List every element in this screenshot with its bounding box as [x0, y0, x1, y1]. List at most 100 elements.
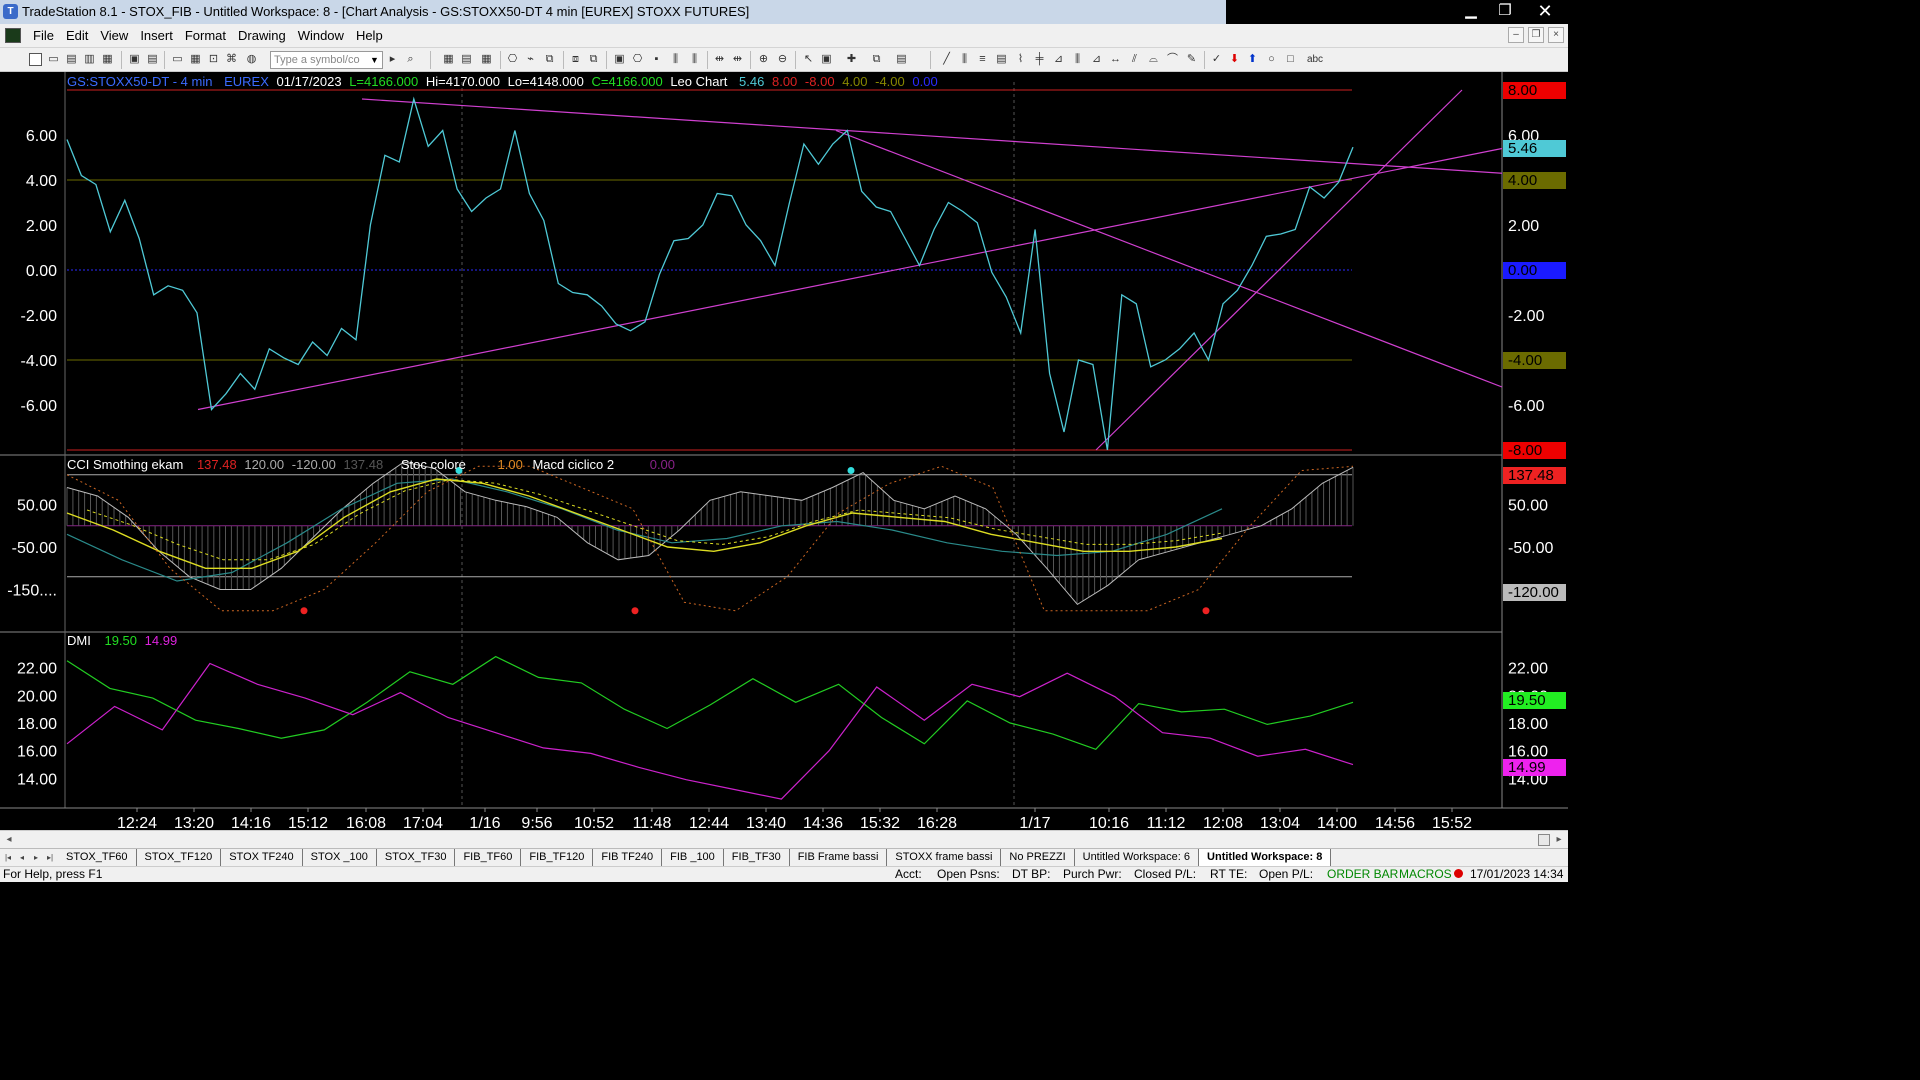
- mdi-restore-button[interactable]: ❐: [1528, 27, 1544, 43]
- tool-r-icon[interactable]: ▤: [995, 53, 1008, 66]
- tool-q-icon[interactable]: ≡: [976, 53, 989, 66]
- trendline-icon[interactable]: ╱: [940, 53, 953, 66]
- tab-last-icon[interactable]: ▸|: [44, 851, 56, 864]
- menu-window[interactable]: Window: [292, 25, 350, 47]
- tool-c-icon[interactable]: ⧈: [569, 53, 582, 66]
- open-workspace-icon[interactable]: ▥: [83, 53, 96, 66]
- tool-w-icon[interactable]: ⊿: [1090, 53, 1103, 66]
- tile-icon[interactable]: ▦: [189, 53, 202, 66]
- link-icon[interactable]: ⌘: [225, 53, 238, 66]
- status-macros[interactable]: MACROS: [1399, 867, 1452, 882]
- tool-g-icon[interactable]: ▪: [650, 53, 663, 66]
- tool-y-icon[interactable]: ⫽: [1128, 53, 1141, 66]
- chart-canvas[interactable]: 6.006.004.004.002.002.000.000.00-2.00-2.…: [0, 72, 1568, 830]
- workspace-tab[interactable]: FIB_TF120: [521, 849, 594, 866]
- tag-p3-minus: 14.99: [1503, 759, 1566, 776]
- tool-e-icon[interactable]: ▣: [613, 53, 626, 66]
- tool-d-icon[interactable]: ⧉: [587, 53, 600, 66]
- restore-button[interactable]: ❐: [1488, 0, 1522, 24]
- workspace-tab[interactable]: STOX_TF30: [377, 849, 456, 866]
- tool-o-icon[interactable]: ▤: [895, 53, 908, 66]
- new-file-icon[interactable]: [29, 53, 42, 66]
- menu-format[interactable]: Format: [179, 25, 232, 47]
- chart-window-icon[interactable]: [5, 28, 21, 43]
- workspace-tab[interactable]: STOX TF240: [221, 849, 303, 866]
- tool-h-icon[interactable]: ⫼: [669, 53, 682, 66]
- tab-prev-icon[interactable]: ◂: [16, 851, 28, 864]
- chart-analysis-window[interactable]: 6.006.004.004.002.002.000.000.00-2.00-2.…: [0, 72, 1568, 830]
- workspace-tab[interactable]: Untitled Workspace: 6: [1075, 849, 1200, 866]
- workspace-tab[interactable]: FIB_TF30: [724, 849, 790, 866]
- menu-insert[interactable]: Insert: [134, 25, 179, 47]
- horizontal-scrollbar[interactable]: ◂ ▸: [0, 830, 1568, 848]
- pointer-icon[interactable]: ↖: [802, 53, 815, 66]
- grid-icon[interactable]: ▦: [480, 53, 493, 66]
- menu-file[interactable]: File: [27, 25, 60, 47]
- scroll-left-icon[interactable]: ◂: [2, 833, 16, 847]
- strategy-icon[interactable]: ⎔: [506, 53, 519, 66]
- pencil-icon[interactable]: ✎: [1185, 53, 1198, 66]
- play-icon[interactable]: ▸: [386, 53, 399, 66]
- workspace-tab[interactable]: STOXX frame bassi: [887, 849, 1002, 866]
- menu-help[interactable]: Help: [350, 25, 389, 47]
- workspace-tab[interactable]: No PREZZI: [1001, 849, 1075, 866]
- arrow-up-icon[interactable]: ✓: [1210, 53, 1223, 66]
- workspace-tab[interactable]: STOX _100: [303, 849, 377, 866]
- tool-t-icon[interactable]: ╪: [1033, 53, 1046, 66]
- tool-aa-icon[interactable]: ⌒: [1166, 53, 1179, 66]
- workspace-tab[interactable]: FIB Frame bassi: [790, 849, 888, 866]
- print-icon[interactable]: ▤: [146, 53, 159, 66]
- tool-i-icon[interactable]: ⫼: [688, 53, 701, 66]
- status-order-bar[interactable]: ORDER BAR: [1327, 867, 1398, 882]
- menu-view[interactable]: View: [94, 25, 134, 47]
- open-icon[interactable]: ▤: [65, 53, 78, 66]
- save-icon[interactable]: ▣: [128, 53, 141, 66]
- chart-icon[interactable]: ▦: [442, 53, 455, 66]
- tool-k-icon[interactable]: ⇹: [731, 53, 744, 66]
- tab-next-icon[interactable]: ▸: [30, 851, 42, 864]
- workspace-tab[interactable]: STOX_TF60: [58, 849, 137, 866]
- mdi-close-button[interactable]: ×: [1548, 27, 1564, 43]
- tool-v-icon[interactable]: ⫼: [1071, 53, 1084, 66]
- workspace-tab[interactable]: FIB TF240: [593, 849, 663, 866]
- window-icon[interactable]: ▭: [171, 53, 184, 66]
- text-tool-icon[interactable]: abc: [1303, 53, 1327, 66]
- tool-n-icon[interactable]: ⧉: [870, 53, 883, 66]
- globe-icon[interactable]: ◍: [245, 53, 258, 66]
- workspace-tab[interactable]: FIB _100: [662, 849, 724, 866]
- tool-f-icon[interactable]: ⎔: [631, 53, 644, 66]
- ellipse-icon[interactable]: ○: [1265, 53, 1278, 66]
- tool-u-icon[interactable]: ⊿: [1052, 53, 1065, 66]
- mdi-minimize-button[interactable]: –: [1508, 27, 1524, 43]
- menu-drawing[interactable]: Drawing: [232, 25, 292, 47]
- tool-z-icon[interactable]: ⌓: [1147, 53, 1160, 66]
- tool-a-icon[interactable]: ⌁: [524, 53, 537, 66]
- tool-l-icon[interactable]: ▣: [820, 53, 833, 66]
- tab-first-icon[interactable]: |◂: [2, 851, 14, 864]
- tool-b-icon[interactable]: ⧉: [543, 53, 556, 66]
- tool-j-icon[interactable]: ⇹: [713, 53, 726, 66]
- zoom-in-icon[interactable]: ⊕: [757, 53, 770, 66]
- tool-s-icon[interactable]: ⌇: [1014, 53, 1027, 66]
- zoom-out-icon[interactable]: ⊖: [776, 53, 789, 66]
- search-icon[interactable]: ⌕: [404, 53, 417, 66]
- scroll-right-icon[interactable]: ▸: [1552, 833, 1566, 847]
- folder-icon[interactable]: ▦: [101, 53, 114, 66]
- blue-arrow-up-icon[interactable]: ⬆: [1246, 53, 1259, 66]
- rectangle-icon[interactable]: □: [1284, 53, 1297, 66]
- quote-icon[interactable]: ▤: [460, 53, 473, 66]
- lock-icon[interactable]: ⊡: [207, 53, 220, 66]
- menu-edit[interactable]: Edit: [60, 25, 94, 47]
- workspace-tab[interactable]: Untitled Workspace: 8: [1199, 849, 1332, 866]
- red-arrow-down-icon[interactable]: ⬇: [1228, 53, 1241, 66]
- new-workspace-icon[interactable]: ▭: [47, 53, 60, 66]
- tool-p-icon[interactable]: ⫼: [958, 53, 971, 66]
- workspace-tab[interactable]: STOX_TF120: [137, 849, 222, 866]
- close-button[interactable]: ✕: [1522, 0, 1568, 24]
- chevron-down-icon[interactable]: ▼: [367, 52, 382, 68]
- scroll-thumb[interactable]: [1538, 834, 1550, 846]
- tool-x-icon[interactable]: ↔: [1109, 53, 1122, 66]
- minimize-button[interactable]: ▁: [1454, 0, 1488, 24]
- tool-m-icon[interactable]: ✚: [845, 53, 858, 66]
- workspace-tab[interactable]: FIB_TF60: [455, 849, 522, 866]
